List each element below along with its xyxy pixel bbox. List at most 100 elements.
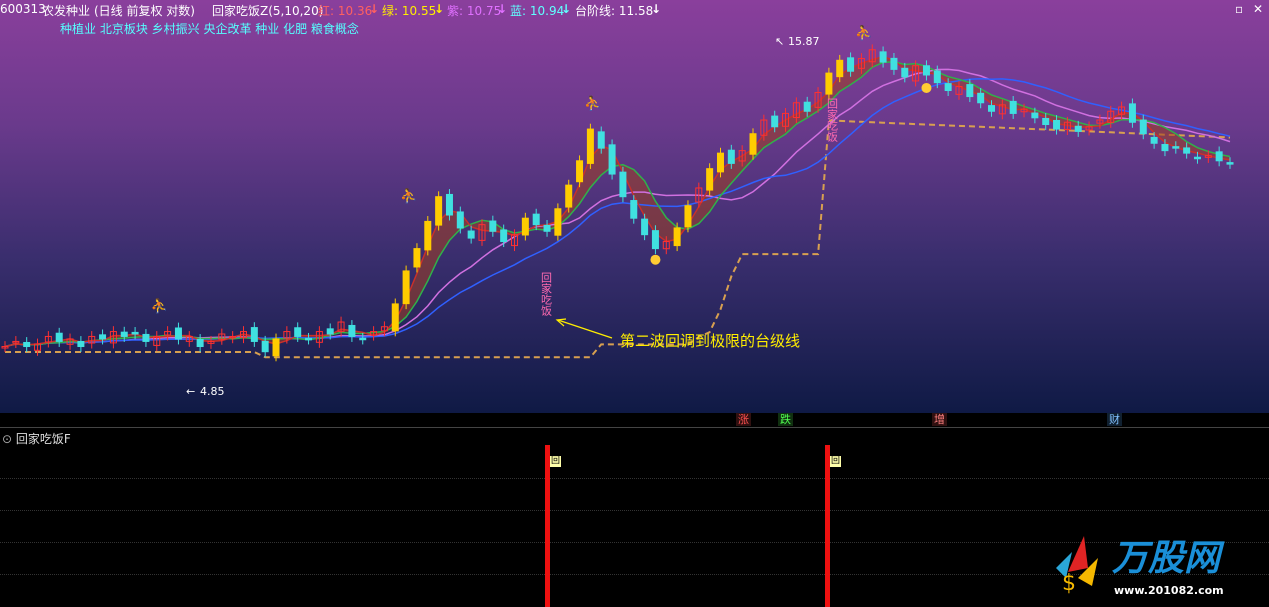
subpanel-title: ⊙ 回家吃饭F xyxy=(2,432,71,446)
candle-body xyxy=(23,341,31,348)
signal-bar-2-label: 回 xyxy=(830,456,842,467)
candle-body xyxy=(413,248,421,268)
step-line-path xyxy=(5,119,1231,359)
candle-body xyxy=(836,59,844,78)
candle-body xyxy=(554,208,562,236)
low-price-arrow: ← xyxy=(186,385,195,398)
candle-body xyxy=(1226,162,1234,165)
candle-body xyxy=(576,160,584,183)
candle-body xyxy=(489,220,497,232)
candle-body xyxy=(706,168,714,191)
signal-text-1: 回家吃饭 xyxy=(540,272,553,317)
candle-body xyxy=(586,128,594,164)
candle-body xyxy=(272,338,280,357)
candle-body xyxy=(825,72,833,95)
candle-body xyxy=(348,324,356,337)
candle-body xyxy=(1172,146,1180,149)
money-bag-icon xyxy=(650,254,661,265)
event-increase[interactable]: 增 xyxy=(932,413,947,426)
candle-body xyxy=(641,218,649,236)
candle-body xyxy=(565,184,573,208)
candle-body xyxy=(684,205,692,228)
purple-line xyxy=(4,68,1231,348)
candle-body xyxy=(608,144,616,175)
event-finance[interactable]: 财 xyxy=(1107,413,1122,426)
candle-body xyxy=(500,229,508,243)
candle-body xyxy=(988,105,996,112)
candle-body xyxy=(922,65,930,76)
peak-marker-icon: ⛹ xyxy=(584,94,601,112)
candle-body xyxy=(1128,103,1136,123)
candle-body xyxy=(261,340,269,353)
candle-body xyxy=(305,337,313,341)
candle-body xyxy=(890,57,898,70)
signal-marks: ⛹ ⛹ ⛹ ⛹ xyxy=(151,24,932,315)
candle-body xyxy=(250,327,258,342)
candle-body xyxy=(294,327,302,337)
peak-marker-icon: ⛹ xyxy=(151,297,168,315)
candle-body xyxy=(630,200,638,219)
candle-body xyxy=(933,70,941,84)
candle-body xyxy=(1150,136,1158,144)
candle-body xyxy=(142,333,150,342)
candle-body xyxy=(1074,125,1082,132)
candle-body xyxy=(1139,119,1147,135)
candle-body xyxy=(326,328,334,335)
signal-text-2: 回家吃饭 xyxy=(826,98,839,143)
grid-line xyxy=(0,478,1269,479)
step-line xyxy=(5,119,1231,359)
candle-body xyxy=(1031,112,1039,119)
candle-body xyxy=(1042,117,1050,126)
event-fall[interactable]: 跌 xyxy=(778,413,793,426)
candle-body xyxy=(716,152,724,173)
candle-body xyxy=(99,334,107,340)
candle-body xyxy=(879,51,887,63)
candle-body xyxy=(467,230,475,239)
candle-body xyxy=(359,337,367,341)
main-chart-panel[interactable]: 600313 农发种业 (日线 前复权 对数) 回家吃饭Z(5,10,20) 红… xyxy=(0,0,1269,413)
candle-body xyxy=(749,133,757,155)
candle-body xyxy=(977,92,985,104)
candle-body xyxy=(521,217,529,236)
candle-body xyxy=(1161,144,1169,152)
candle-body xyxy=(456,211,464,229)
collapse-icon[interactable]: ⊙ xyxy=(2,432,12,446)
watermark-logo: $ 万股网 www.201082.com xyxy=(1056,536,1225,597)
low-price-label: 4.85 xyxy=(200,385,225,398)
candle-body xyxy=(120,331,128,337)
candle-body xyxy=(651,230,659,250)
candle-body xyxy=(424,220,432,251)
high-price-label: 15.87 xyxy=(788,35,820,48)
peak-marker-icon: ⛹ xyxy=(400,187,417,205)
candle-body xyxy=(402,270,410,305)
candle-body xyxy=(1183,147,1191,154)
candle-body xyxy=(131,331,139,335)
annotation-pointer xyxy=(557,319,613,339)
candle-body xyxy=(445,193,453,216)
grid-line xyxy=(0,510,1269,511)
candle-body xyxy=(803,101,811,112)
event-rise[interactable]: 涨 xyxy=(736,413,751,426)
candle-body xyxy=(673,227,681,247)
candle-body xyxy=(944,83,952,92)
svg-text:www.201082.com: www.201082.com xyxy=(1114,584,1224,597)
svg-text:万股网: 万股网 xyxy=(1112,538,1225,579)
candle-body xyxy=(532,213,540,226)
candle-body xyxy=(77,340,85,348)
high-price-arrow: ↖ xyxy=(775,35,784,48)
candle-body xyxy=(543,224,551,232)
event-strip: 涨 跌 增 财 xyxy=(0,413,1269,427)
candle-body xyxy=(966,84,974,98)
red-green-band xyxy=(5,56,1230,347)
candle-body xyxy=(727,149,735,164)
candle-body xyxy=(597,131,605,149)
candle-body xyxy=(1193,156,1201,160)
moving-average-ribbons xyxy=(4,55,1231,348)
signal-bar-1 xyxy=(545,445,550,607)
candle-body xyxy=(1215,151,1223,162)
price-chart[interactable]: ⛹ ⛹ ⛹ ⛹ 15.87 ↖ 4.85 ← 第二波回调到极限的台级线 回家吃饭 回家… xyxy=(0,0,1269,413)
svg-text:$: $ xyxy=(1062,571,1076,596)
candle-body xyxy=(196,338,204,348)
candle-body xyxy=(901,67,909,78)
money-bag-icon xyxy=(921,82,932,93)
